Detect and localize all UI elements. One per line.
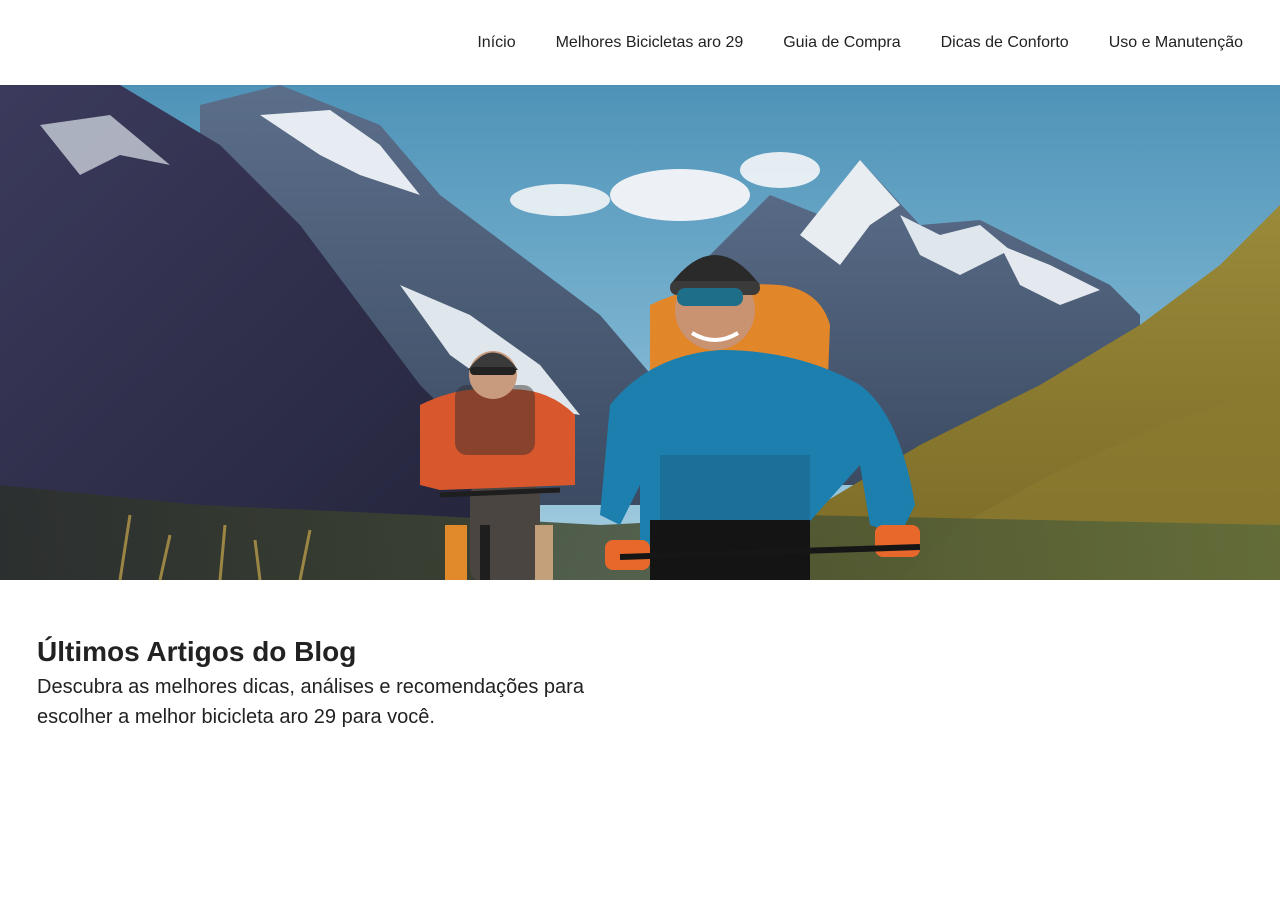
blog-section: Últimos Artigos do Blog Descubra as melh… bbox=[37, 632, 637, 732]
blog-subtitle: Descubra as melhores dicas, análises e r… bbox=[37, 676, 584, 728]
nav-item-guia-de-compra[interactable]: Guia de Compra bbox=[783, 31, 900, 55]
nav-item-uso-e-manutencao[interactable]: Uso e Manutenção bbox=[1109, 31, 1243, 55]
nav-item-melhores-bicicletas[interactable]: Melhores Bicicletas aro 29 bbox=[556, 31, 744, 55]
main-nav: Início Melhores Bicicletas aro 29 Guia d… bbox=[477, 0, 1243, 85]
hero-banner bbox=[0, 85, 1280, 580]
site-header: Início Melhores Bicicletas aro 29 Guia d… bbox=[0, 0, 1280, 85]
blog-title: Últimos Artigos do Blog bbox=[37, 636, 357, 667]
hero-image bbox=[0, 85, 1280, 580]
nav-item-dicas-de-conforto[interactable]: Dicas de Conforto bbox=[941, 31, 1069, 55]
nav-item-inicio[interactable]: Início bbox=[477, 31, 515, 55]
